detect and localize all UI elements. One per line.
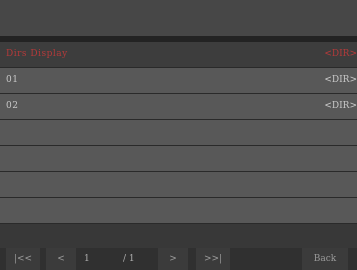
first-page-button[interactable]: |<<	[6, 248, 40, 270]
item-name: Dirs Display	[6, 49, 68, 59]
prev-page-button[interactable]: <	[46, 248, 76, 270]
footer-spacer	[0, 226, 357, 248]
last-page-button[interactable]: >>|	[196, 248, 230, 270]
next-page-button[interactable]: >	[158, 248, 188, 270]
list-item[interactable]: 02 <DIR>	[0, 94, 357, 120]
item-name: 02	[6, 101, 19, 111]
list-item[interactable]	[0, 198, 357, 224]
title-bar	[0, 0, 357, 36]
back-button[interactable]: Back	[302, 248, 348, 270]
list-item[interactable]: 01 <DIR>	[0, 68, 357, 94]
item-type: <DIR>	[324, 101, 357, 111]
list-item[interactable]	[0, 146, 357, 172]
list-item[interactable]	[0, 172, 357, 198]
list-item[interactable]	[0, 120, 357, 146]
current-page: 1	[84, 254, 90, 264]
file-list: Dirs Display <DIR> 01 <DIR> 02 <DIR>	[0, 42, 357, 224]
item-name: 01	[6, 75, 19, 85]
item-type: <DIR>	[324, 75, 357, 85]
item-type: <DIR>	[324, 49, 357, 59]
list-item[interactable]: Dirs Display <DIR>	[0, 42, 357, 68]
total-pages: / 1	[123, 254, 135, 264]
file-browser: Dirs Display <DIR> 01 <DIR> 02 <DIR> |<<…	[0, 0, 357, 270]
